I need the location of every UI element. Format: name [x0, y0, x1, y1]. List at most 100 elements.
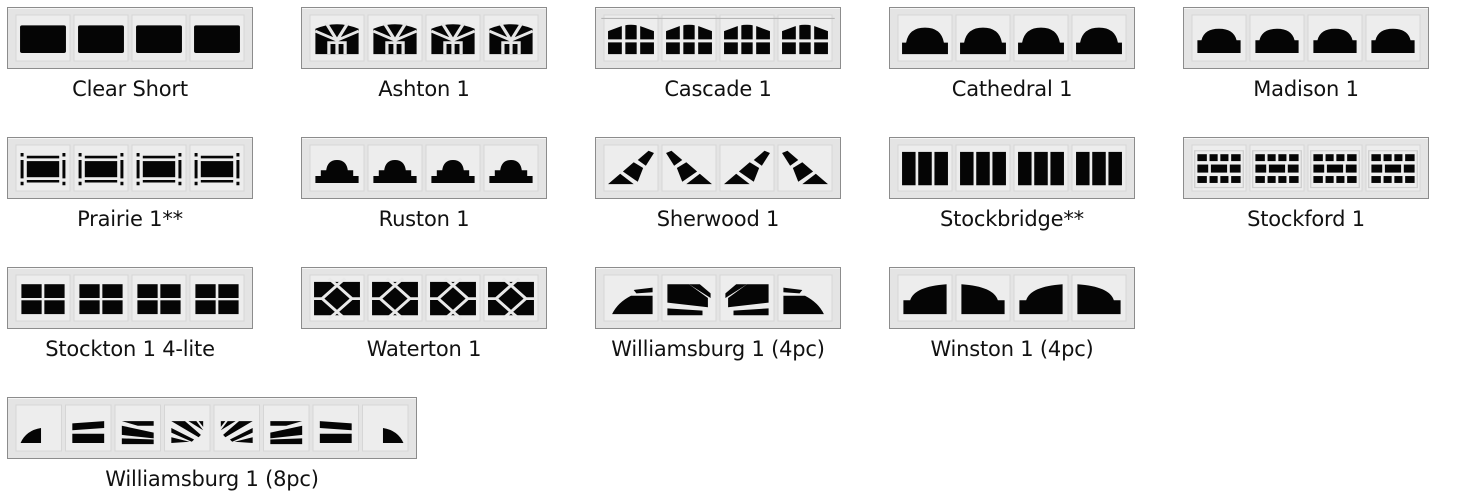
window-pane: [897, 14, 953, 62]
window-preview-winston-1-4pc: [889, 267, 1135, 329]
window-pane: [955, 14, 1011, 62]
window-pane: [661, 144, 717, 192]
window-label: Stockford 1: [1247, 207, 1365, 231]
window-option-stockton-1-4-lite[interactable]: Stockton 1 4-lite: [7, 267, 253, 367]
window-pane: [1365, 144, 1421, 192]
window-label: Cascade 1: [664, 77, 772, 101]
window-preview-ashton-1: [301, 7, 547, 69]
window-pane: [717, 14, 777, 62]
window-preview-stockbridge: [889, 137, 1135, 199]
window-pane: [73, 14, 129, 62]
window-preview-cathedral-1: [889, 7, 1135, 69]
window-pane: [1071, 274, 1127, 322]
window-pane: [425, 144, 481, 192]
window-pane: [309, 14, 365, 62]
window-glass-pattern: [1191, 144, 1421, 192]
window-label: Stockbridge**: [940, 207, 1084, 231]
window-pane: [661, 274, 717, 322]
window-option-ruston-1[interactable]: Ruston 1: [301, 137, 547, 237]
window-preview-cascade-1: [595, 7, 841, 69]
window-pane: [777, 274, 833, 322]
window-pane: [164, 404, 211, 452]
window-pane: [367, 144, 423, 192]
window-label: Winston 1 (4pc): [930, 337, 1094, 361]
window-pane: [131, 274, 187, 322]
window-pane: [15, 144, 71, 192]
window-pane: [263, 404, 310, 452]
window-option-ashton-1[interactable]: Ashton 1: [301, 7, 547, 107]
window-pane: [483, 144, 539, 192]
window-pane: [73, 274, 129, 322]
window-pane: [483, 14, 539, 62]
window-preview-clear-short: [7, 7, 253, 69]
window-label: Williamsburg 1 (8pc): [105, 467, 319, 491]
window-preview-stockton-1-4-lite: [7, 267, 253, 329]
window-option-prairie-1[interactable]: Prairie 1**: [7, 137, 253, 237]
window-preview-madison-1: [1183, 7, 1429, 69]
window-option-williamsburg-1-8pc[interactable]: Williamsburg 1 (8pc): [7, 397, 417, 497]
window-pane: [1307, 144, 1363, 192]
window-pane: [601, 14, 661, 62]
window-pane: [15, 404, 62, 452]
window-option-waterton-1[interactable]: Waterton 1: [301, 267, 547, 367]
window-pane: [1249, 144, 1305, 192]
window-glass-pattern: [15, 404, 409, 452]
window-label: Stockton 1 4-lite: [45, 337, 215, 361]
window-option-madison-1[interactable]: Madison 1: [1183, 7, 1429, 107]
window-glass-pattern: [897, 274, 1127, 322]
window-label: Cathedral 1: [951, 77, 1073, 101]
window-glass-pattern: [309, 144, 539, 192]
window-pane: [719, 144, 775, 192]
window-option-stockford-1[interactable]: Stockford 1: [1183, 137, 1429, 237]
window-pane: [367, 14, 423, 62]
window-pane: [1013, 144, 1069, 192]
window-pane: [131, 14, 187, 62]
window-preview-sherwood-1: [595, 137, 841, 199]
window-pane: [15, 274, 71, 322]
window-option-stockbridge[interactable]: Stockbridge**: [889, 137, 1135, 237]
window-option-clear-short[interactable]: Clear Short: [7, 7, 253, 107]
window-glass-pattern: [603, 144, 833, 192]
window-pane: [312, 404, 359, 452]
window-glass-pattern: [309, 274, 539, 322]
window-glass-pattern: [603, 274, 833, 322]
window-preview-waterton-1: [301, 267, 547, 329]
window-pane: [362, 404, 409, 452]
window-pane: [367, 274, 423, 322]
window-pane: [114, 404, 161, 452]
window-pane: [1191, 14, 1247, 62]
window-option-cascade-1[interactable]: Cascade 1: [595, 7, 841, 107]
window-option-sherwood-1[interactable]: Sherwood 1: [595, 137, 841, 237]
window-pane: [955, 144, 1011, 192]
window-pane: [777, 144, 833, 192]
window-preview-williamsburg-1-8pc: [7, 397, 417, 459]
window-option-cathedral-1[interactable]: Cathedral 1: [889, 7, 1135, 107]
window-pane: [897, 144, 953, 192]
window-pane: [189, 144, 245, 192]
window-label: Sherwood 1: [656, 207, 780, 231]
window-glass-pattern: [601, 14, 835, 62]
window-pane: [73, 144, 129, 192]
window-label: Williamsburg 1 (4pc): [611, 337, 825, 361]
window-preview-ruston-1: [301, 137, 547, 199]
window-preview-williamsburg-1-4pc: [595, 267, 841, 329]
window-pane: [1365, 14, 1421, 62]
window-pane: [309, 274, 365, 322]
window-option-williamsburg-1-4pc[interactable]: Williamsburg 1 (4pc): [595, 267, 841, 367]
window-pane: [309, 144, 365, 192]
window-pane: [1071, 14, 1127, 62]
window-pane: [1249, 14, 1305, 62]
window-pane: [1013, 274, 1069, 322]
window-pane: [189, 274, 245, 322]
window-glass-pattern: [15, 144, 245, 192]
window-pane: [213, 404, 260, 452]
window-pane: [15, 14, 71, 62]
window-pane: [1071, 144, 1127, 192]
window-pane: [897, 274, 953, 322]
window-label: Prairie 1**: [77, 207, 183, 231]
window-pane: [1013, 14, 1069, 62]
window-option-winston-1-4pc[interactable]: Winston 1 (4pc): [889, 267, 1135, 367]
window-pane: [189, 14, 245, 62]
window-glass-pattern: [1191, 14, 1421, 62]
window-pane: [483, 274, 539, 322]
